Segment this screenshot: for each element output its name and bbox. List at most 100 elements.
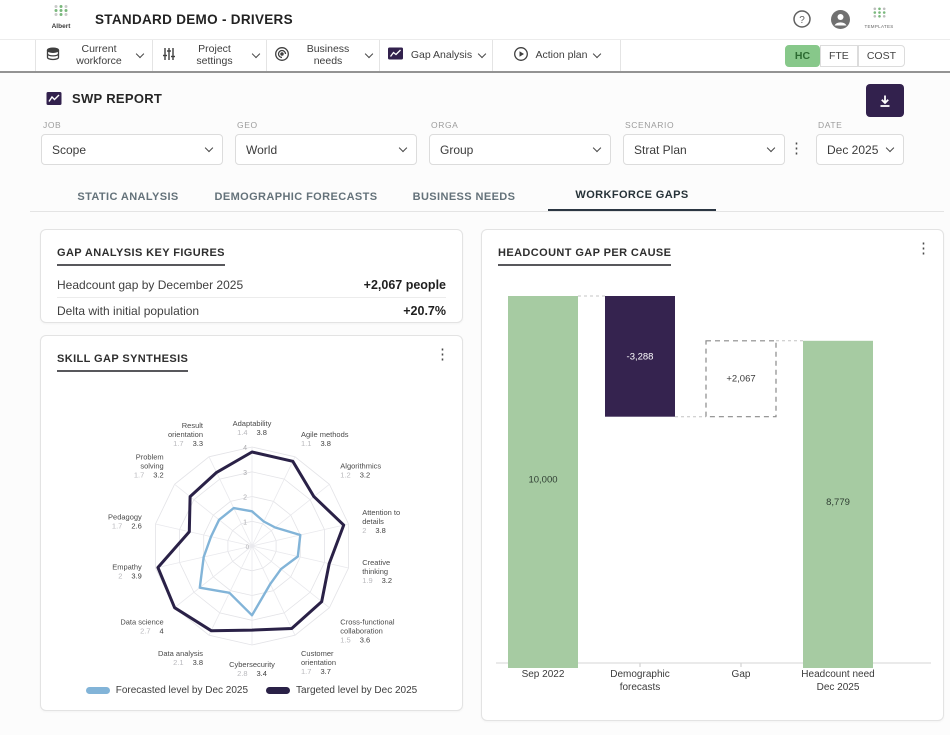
chevron-down-icon (136, 50, 144, 58)
tab-business-needs[interactable]: BUSINESS NEEDS (380, 181, 548, 212)
skill-gap-menu-icon[interactable]: ⋮ (435, 347, 450, 362)
geo-select[interactable]: World (235, 134, 417, 165)
report-title: SWP REPORT (72, 91, 162, 106)
report-title-row: SWP REPORT (45, 91, 162, 106)
svg-text:1.73.3: 1.73.3 (173, 439, 203, 448)
legend-swatch-target (266, 687, 290, 694)
filter-label-orga: ORGA (431, 120, 458, 130)
svg-text:Demographic: Demographic (610, 669, 669, 680)
legend-item-forecast: Forecasted level by Dec 2025 (86, 685, 248, 696)
nav-item-action-plan[interactable]: Action plan (493, 40, 621, 72)
download-button[interactable] (866, 84, 904, 117)
svg-text:Result: Result (182, 421, 204, 430)
report-tabs: STATIC ANALYSIS DEMOGRAPHIC FORECASTS BU… (44, 181, 716, 212)
svg-text:2: 2 (243, 495, 247, 502)
key-figures-title: GAP ANALYSIS KEY FIGURES (57, 247, 225, 266)
svg-text:2.83.4: 2.83.4 (237, 669, 267, 678)
geo-select-value: World (246, 143, 277, 157)
nav-item-current-workforce[interactable]: Current workforce (35, 40, 153, 72)
help-icon[interactable]: ? (792, 9, 812, 34)
radar-legend: Forecasted level by Dec 2025 Targeted le… (41, 685, 462, 696)
user-avatar[interactable] (830, 9, 851, 35)
svg-text:Dec 2025: Dec 2025 (817, 682, 860, 693)
play-icon (513, 46, 529, 67)
svg-text:Pedagogy: Pedagogy (108, 512, 142, 521)
key-figure-label: Headcount gap by December 2025 (57, 278, 243, 292)
tab-workforce-gaps[interactable]: WORKFORCE GAPS (548, 181, 716, 212)
headcount-gap-title: HEADCOUNT GAP PER CAUSE (498, 247, 671, 266)
job-select-value: Scope (52, 143, 86, 157)
chevron-down-icon (593, 143, 601, 151)
svg-text:8,779: 8,779 (826, 497, 850, 508)
templates-icon[interactable]: TEMPLATES (862, 6, 896, 29)
orga-select[interactable]: Group (429, 134, 611, 165)
unit-cost-button[interactable]: COST (858, 45, 905, 67)
nav-divider (0, 71, 950, 73)
chevron-down-icon (478, 50, 486, 58)
svg-text:orientation: orientation (168, 430, 203, 439)
key-figure-row: Delta with initial population +20.7% (57, 298, 446, 324)
tab-static-analysis[interactable]: STATIC ANALYSIS (44, 181, 212, 212)
nav-item-label: Project settings (184, 44, 246, 68)
svg-text:-3,288: -3,288 (627, 351, 654, 362)
skill-gap-radar-chart: 12340Adaptability1.43.8Agile methods1.13… (41, 364, 464, 682)
unit-hc-button[interactable]: HC (785, 45, 820, 67)
report-chart-icon (45, 91, 63, 106)
filter-label-scenario: SCENARIO (625, 120, 674, 130)
key-figure-value: +2,067 people (364, 278, 446, 292)
filter-label-geo: GEO (237, 120, 258, 130)
tabs-divider (30, 211, 944, 212)
chevron-down-icon (205, 143, 213, 151)
templates-label: TEMPLATES (862, 24, 896, 29)
target-icon (274, 46, 290, 67)
nav-item-label: Business needs (297, 44, 359, 68)
nav-item-gap-analysis[interactable]: Gap Analysis (380, 40, 493, 72)
svg-text:Empathy: Empathy (112, 563, 142, 572)
svg-text:orientation: orientation (301, 658, 336, 667)
unit-fte-button[interactable]: FTE (820, 45, 858, 67)
nav-item-label: Gap Analysis (411, 50, 472, 62)
svg-text:1.13.8: 1.13.8 (301, 439, 331, 448)
job-select[interactable]: Scope (41, 134, 223, 165)
orga-select-value: Group (440, 143, 473, 157)
scenario-select[interactable]: Strat Plan (623, 134, 785, 165)
svg-text:1: 1 (243, 519, 247, 526)
date-select-value: Dec 2025 (827, 143, 878, 157)
nav-item-label: Current workforce (68, 44, 130, 68)
svg-text:Attention to: Attention to (362, 508, 400, 517)
svg-text:Headcount need: Headcount need (801, 669, 874, 680)
svg-text:10,000: 10,000 (528, 475, 557, 486)
svg-text:forecasts: forecasts (620, 682, 661, 693)
date-select[interactable]: Dec 2025 (816, 134, 904, 165)
nav-item-label: Action plan (536, 50, 588, 62)
nav-item-project-settings[interactable]: Project settings (153, 40, 267, 72)
chevron-down-icon (365, 50, 373, 58)
page-title: STANDARD DEMO - DRIVERS (95, 12, 293, 27)
chevron-down-icon (399, 143, 407, 151)
svg-text:23.9: 23.9 (118, 572, 142, 581)
svg-text:Algorithmics: Algorithmics (340, 462, 381, 471)
top-header: Albert STANDARD DEMO - DRIVERS ? TEMPLAT… (0, 0, 950, 40)
key-figures-card: GAP ANALYSIS KEY FIGURES Headcount gap b… (40, 229, 463, 323)
headcount-gap-menu-icon[interactable]: ⋮ (916, 241, 931, 256)
scenario-menu-icon[interactable]: ⋮ (789, 141, 804, 156)
unit-toggle: HC FTE COST (785, 45, 905, 67)
svg-text:1.53.6: 1.53.6 (340, 636, 370, 645)
svg-text:1.43.8: 1.43.8 (237, 428, 267, 437)
svg-text:details: details (362, 517, 384, 526)
chart-icon (387, 46, 404, 66)
svg-text:Data science: Data science (120, 618, 163, 627)
legend-label: Targeted level by Dec 2025 (296, 685, 417, 696)
svg-text:Customer: Customer (301, 649, 334, 658)
tab-demographic-forecasts[interactable]: DEMOGRAPHIC FORECASTS (212, 181, 380, 212)
svg-text:23.8: 23.8 (362, 526, 386, 535)
svg-text:Gap: Gap (732, 669, 751, 680)
main-navbar: Current workforce Project settings Busin… (0, 40, 950, 72)
svg-text:1.72.6: 1.72.6 (112, 521, 142, 530)
nav-item-business-needs[interactable]: Business needs (267, 40, 380, 72)
svg-text:Agile methods: Agile methods (301, 430, 349, 439)
svg-text:Data analysis: Data analysis (158, 649, 203, 658)
key-figure-value: +20.7% (403, 304, 446, 318)
key-figure-label: Delta with initial population (57, 304, 199, 318)
database-icon (45, 46, 61, 67)
